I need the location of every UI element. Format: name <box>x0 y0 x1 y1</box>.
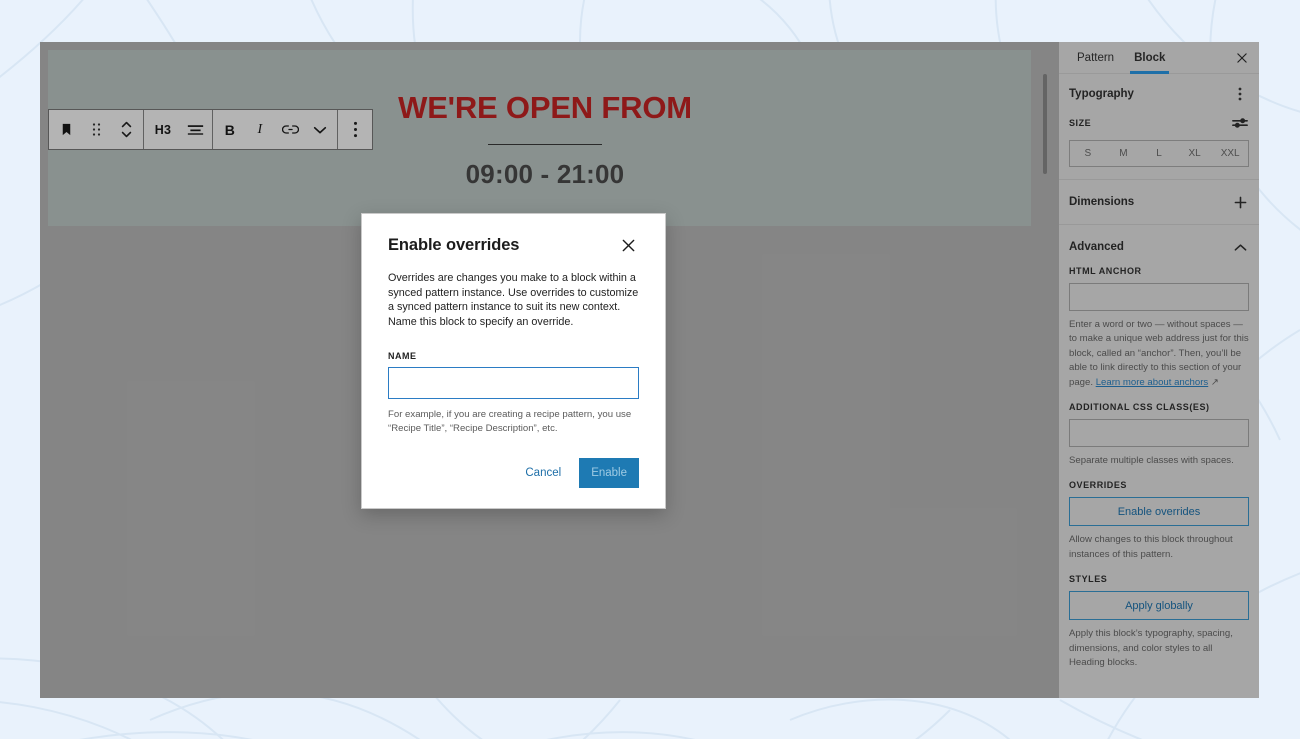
name-field-label: NAME <box>388 351 417 362</box>
html-anchor-input[interactable] <box>1069 283 1249 311</box>
section-dimensions[interactable]: Dimensions <box>1059 180 1259 225</box>
dimensions-header[interactable]: Dimensions <box>1069 192 1249 212</box>
css-classes-label: ADDITIONAL CSS CLASS(ES) <box>1069 402 1210 413</box>
font-size-option-m[interactable]: M <box>1106 141 1142 166</box>
dialog-header: Enable overrides <box>388 236 639 256</box>
enable-button[interactable]: Enable <box>579 458 639 489</box>
enable-overrides-dialog: Enable overrides Overrides are changes y… <box>361 213 666 510</box>
advanced-header[interactable]: Advanced <box>1069 237 1249 257</box>
dialog-actions: Cancel Enable <box>388 458 639 489</box>
tab-block[interactable]: Block <box>1124 42 1175 74</box>
styles-label: STYLES <box>1069 574 1108 585</box>
dialog-title: Enable overrides <box>388 236 520 254</box>
section-advanced: Advanced HTML ANCHOR Enter a word or two… <box>1059 225 1259 682</box>
cancel-button[interactable]: Cancel <box>513 458 573 488</box>
dialog-hint: For example, if you are creating a recip… <box>388 409 632 435</box>
typography-header: Typography <box>1069 84 1249 104</box>
more-options-icon[interactable] <box>1231 85 1249 103</box>
apply-globally-button[interactable]: Apply globally <box>1069 591 1249 621</box>
styles-help: Apply this block’s typography, spacing, … <box>1069 628 1233 669</box>
font-size-option-xxl[interactable]: XXL <box>1212 141 1248 166</box>
font-size-toggle-group[interactable]: S M L XL XXL <box>1069 140 1249 167</box>
close-icon[interactable] <box>617 234 639 256</box>
editor-window: WE'RE OPEN FROM 09:00 - 21:00 H3 B I Ena… <box>40 42 1259 698</box>
enable-overrides-button[interactable]: Enable overrides <box>1069 497 1249 527</box>
font-size-option-s[interactable]: S <box>1070 141 1106 166</box>
overrides-label: OVERRIDES <box>1069 480 1127 491</box>
advanced-title: Advanced <box>1069 241 1124 253</box>
learn-more-anchors-link[interactable]: Learn more about anchors <box>1096 377 1209 388</box>
close-icon[interactable] <box>1231 47 1253 69</box>
external-link-icon: ↗ <box>1210 376 1219 388</box>
dimensions-title: Dimensions <box>1069 196 1135 208</box>
editor-canvas[interactable]: WE'RE OPEN FROM 09:00 - 21:00 H3 B I Ena… <box>40 42 1059 698</box>
html-anchor-label: HTML ANCHOR <box>1069 266 1142 276</box>
font-size-option-l[interactable]: L <box>1141 141 1177 166</box>
typography-size-row: SIZE <box>1069 114 1249 132</box>
plus-icon[interactable] <box>1231 193 1249 211</box>
css-classes-help: Separate multiple classes with spaces. <box>1069 455 1234 467</box>
overrides-help: Allow changes to this block throughout i… <box>1069 534 1233 560</box>
section-typography: Typography SIZE S M L XL XXL <box>1059 74 1259 180</box>
tab-pattern[interactable]: Pattern <box>1067 42 1124 74</box>
chevron-up-icon[interactable] <box>1231 238 1249 256</box>
sliders-icon[interactable] <box>1231 114 1249 132</box>
sidebar-tabs: Pattern Block <box>1059 42 1259 74</box>
html-anchor-help: Enter a word or two — without spaces — t… <box>1069 318 1249 390</box>
font-size-option-xl[interactable]: XL <box>1177 141 1213 166</box>
dialog-description: Overrides are changes you make to a bloc… <box>388 272 639 328</box>
css-classes-input[interactable] <box>1069 419 1249 448</box>
settings-sidebar: Pattern Block Typography SIZE S M L XL X… <box>1059 42 1259 698</box>
name-input[interactable] <box>388 367 639 400</box>
typography-title: Typography <box>1069 88 1134 100</box>
size-label: SIZE <box>1069 118 1092 128</box>
